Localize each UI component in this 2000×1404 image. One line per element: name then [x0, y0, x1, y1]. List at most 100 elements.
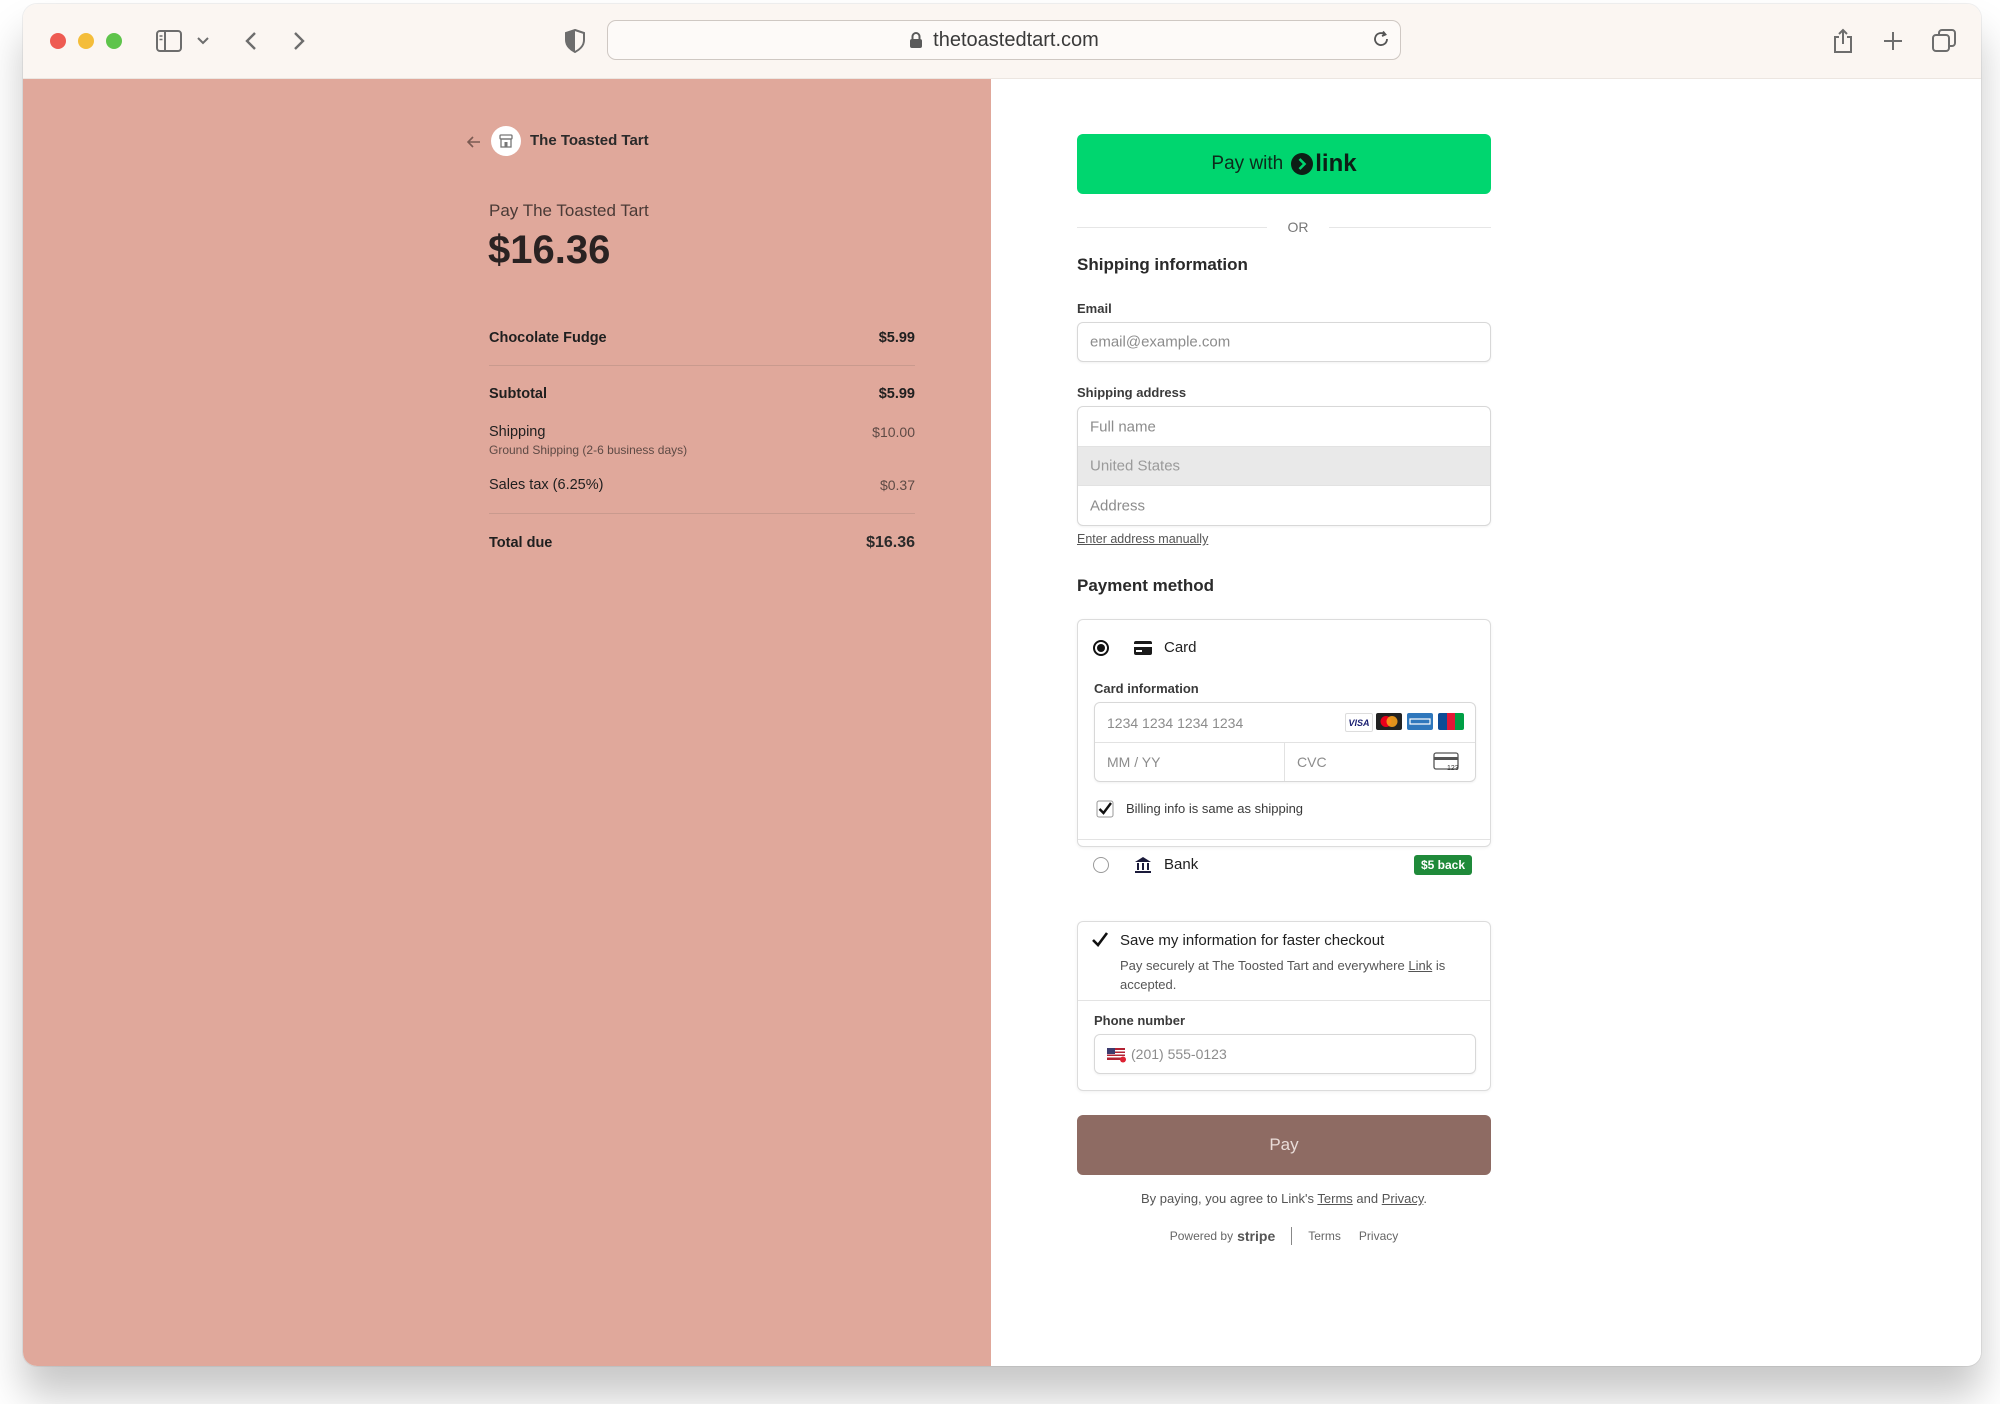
tax-label: Sales tax (6.25%)	[489, 477, 604, 493]
link-brand: link	[1315, 150, 1357, 177]
back-icon[interactable]	[241, 22, 261, 60]
plus-icon[interactable]	[1881, 22, 1905, 60]
browser-toolbar: thetoastedtart.com	[23, 4, 1981, 79]
link-logo-icon	[1291, 153, 1314, 175]
cvc-card-icon: 123	[1433, 752, 1461, 776]
total-amount: $16.36	[488, 228, 611, 272]
shipping-address-label: Shipping address	[1077, 385, 1187, 400]
or-text: OR	[1287, 219, 1309, 235]
phone-field[interactable]: (201) 555-0123	[1094, 1034, 1476, 1074]
or-line-right	[1329, 227, 1491, 228]
lock-icon	[909, 31, 923, 49]
shipping-detail: Ground Shipping (2-6 business days)	[489, 443, 688, 457]
footer-terms-link[interactable]: Terms	[1308, 1229, 1341, 1243]
shipping-value: $10.00	[872, 424, 915, 440]
email-placeholder: email@example.com	[1090, 333, 1231, 351]
email-field[interactable]: email@example.com	[1077, 322, 1491, 362]
sidebar-icon[interactable]	[154, 22, 184, 60]
item-name: Chocolate Fudge	[489, 330, 607, 346]
shipping-label: Shipping	[489, 424, 546, 440]
enter-address-manually-link[interactable]: Enter address manually	[1077, 532, 1208, 546]
expiry-field[interactable]: MM / YY	[1095, 743, 1285, 781]
pay-merchant-label: Pay The Toasted Tart	[489, 201, 649, 220]
close-window-button[interactable]	[50, 33, 66, 49]
us-flag-icon	[1107, 1048, 1127, 1067]
privacy-link[interactable]: Privacy	[1382, 1191, 1424, 1206]
footer-privacy-link[interactable]: Privacy	[1359, 1229, 1398, 1243]
link-info-link[interactable]: Link	[1408, 958, 1432, 973]
subtotal-label: Subtotal	[489, 386, 547, 402]
expiry-placeholder: MM / YY	[1107, 754, 1161, 770]
shield-icon[interactable]	[563, 22, 587, 60]
card-info-label: Card information	[1094, 681, 1199, 696]
pay-with-label: Pay with	[1211, 153, 1284, 174]
country-value: United States	[1090, 457, 1181, 475]
pay-button[interactable]: Pay	[1077, 1115, 1491, 1175]
tax-value: $0.37	[879, 477, 915, 493]
tabs-icon[interactable]	[1931, 22, 1957, 60]
address-placeholder: Address	[1090, 497, 1146, 514]
total-value: $16.36	[866, 534, 915, 551]
pay-with-link-button[interactable]: Pay with link	[1077, 134, 1491, 194]
amex-icon	[1407, 713, 1433, 730]
mastercard-icon	[1376, 713, 1402, 730]
bank-radio[interactable]	[1093, 857, 1109, 873]
footer: Powered by stripe Terms Privacy	[1077, 1227, 1491, 1245]
legal-text: By paying, you agree to Link's Terms and…	[1140, 1191, 1428, 1206]
chevron-down-icon[interactable]	[195, 22, 211, 60]
divider	[489, 513, 915, 514]
email-label: Email	[1077, 301, 1112, 316]
card-option-label: Card	[1164, 639, 1197, 656]
full-name-field[interactable]: Full name	[1078, 407, 1490, 447]
store-icon	[491, 126, 521, 156]
address-field[interactable]: Address	[1078, 486, 1490, 525]
forward-icon[interactable]	[289, 22, 309, 60]
bank-badge: $5 back	[1414, 855, 1473, 875]
item-price: $5.99	[878, 330, 915, 346]
svg-text:123: 123	[1447, 765, 1459, 772]
save-info-description: Pay securely at The Toosted Tart and eve…	[1120, 958, 1446, 992]
zoom-window-button[interactable]	[106, 33, 122, 49]
divider	[1078, 1000, 1490, 1001]
reload-icon[interactable]	[1372, 30, 1390, 48]
card-icon	[1134, 641, 1152, 660]
subtotal-value: $5.99	[878, 386, 915, 402]
card-number-field[interactable]: 1234 1234 1234 1234 VISA	[1095, 703, 1475, 743]
payment-method-heading: Payment method	[1077, 576, 1214, 595]
cvc-field[interactable]: CVC 123	[1285, 743, 1475, 781]
shipping-heading: Shipping information	[1077, 255, 1248, 274]
minimize-window-button[interactable]	[78, 33, 94, 49]
divider	[1078, 839, 1490, 840]
payment-form-panel: Pay with link OR Shipping information Em…	[991, 79, 1981, 1366]
full-name-placeholder: Full name	[1090, 418, 1156, 435]
share-icon[interactable]	[1831, 22, 1855, 60]
save-info-box: Save my information for faster checkout …	[1077, 921, 1491, 1091]
save-info-checkbox[interactable]	[1090, 930, 1110, 955]
terms-link[interactable]: Terms	[1317, 1191, 1352, 1206]
bank-icon	[1134, 856, 1152, 879]
save-info-title: Save my information for faster checkout	[1120, 932, 1385, 949]
stripe-logo[interactable]: stripe	[1237, 1228, 1275, 1244]
powered-by-label: Powered by	[1169, 1229, 1234, 1243]
visa-icon: VISA	[1345, 713, 1373, 732]
billing-same-label: Billing info is same as shipping	[1126, 801, 1304, 816]
or-line-left	[1077, 227, 1267, 228]
order-summary-panel: The Toasted Tart Pay The Toasted Tart $1…	[23, 79, 991, 1366]
card-number-placeholder: 1234 1234 1234 1234	[1107, 714, 1244, 731]
address-bar[interactable]: thetoastedtart.com	[607, 20, 1401, 60]
card-info-group: 1234 1234 1234 1234 VISA MM / YY CVC 123	[1094, 702, 1476, 782]
shipping-address-group: Full name United States Address	[1077, 406, 1491, 526]
billing-same-checkbox[interactable]	[1096, 800, 1114, 823]
merchant-name: The Toasted Tart	[530, 132, 649, 149]
divider	[489, 365, 915, 366]
url-text: thetoastedtart.com	[933, 28, 1099, 51]
jcb-icon	[1438, 713, 1464, 730]
phone-placeholder: (201) 555-0123	[1131, 1046, 1227, 1062]
phone-label: Phone number	[1094, 1013, 1186, 1028]
cvc-placeholder: CVC	[1297, 754, 1327, 770]
back-arrow-icon[interactable]	[466, 135, 481, 153]
country-select[interactable]: United States	[1078, 447, 1490, 486]
payment-method-box: Card Card information 1234 1234 1234 123…	[1077, 619, 1491, 875]
footer-separator	[1291, 1227, 1293, 1245]
card-radio[interactable]	[1093, 640, 1109, 656]
